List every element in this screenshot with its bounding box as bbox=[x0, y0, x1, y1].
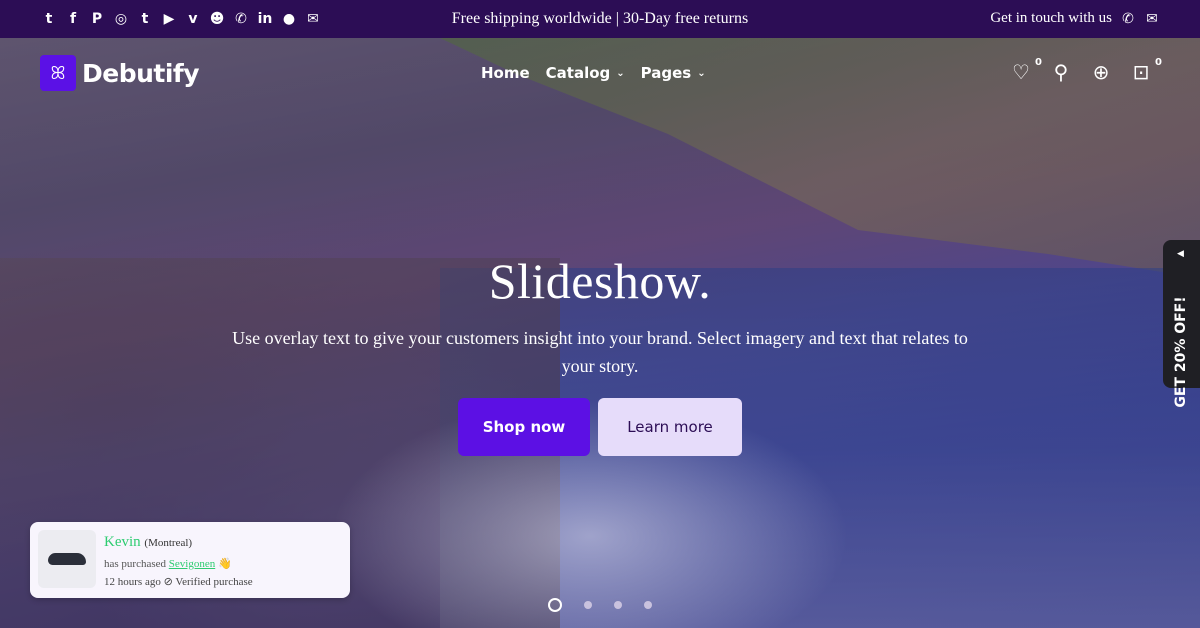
phone-icon[interactable]: ✆ bbox=[1120, 11, 1136, 27]
discount-label: GET 20% OFF! bbox=[1173, 296, 1189, 408]
slide-dot-4[interactable] bbox=[644, 601, 652, 609]
cart-icon[interactable]: ⊡ 0 bbox=[1130, 57, 1162, 83]
search-icon[interactable]: ⚲ bbox=[1050, 61, 1072, 83]
learn-more-button[interactable]: Learn more bbox=[598, 398, 742, 456]
slide-title: Slideshow. bbox=[488, 253, 712, 309]
wave-emoji-icon: 👋 bbox=[217, 558, 232, 570]
shop-now-button[interactable]: Shop now bbox=[458, 398, 590, 456]
sales-popup[interactable]: Kevin (Montreal) has purchased Sevigonen… bbox=[30, 522, 350, 598]
globe-icon[interactable]: ⊕ bbox=[1090, 61, 1112, 83]
slide-pagination bbox=[0, 598, 1200, 612]
shoe-image bbox=[48, 553, 86, 565]
main-nav: Home Catalog ⌄ Pages ⌄ bbox=[481, 64, 706, 82]
product-link[interactable]: Sevigonen bbox=[169, 558, 215, 570]
wishlist-count: 0 bbox=[1035, 57, 1042, 68]
site-header: ꕤ Debutify Home Catalog ⌄ Pages ⌄ ♡ 0 ⚲ ⊕ ⊡… bbox=[0, 38, 1200, 108]
slide-buttons: Shop now Learn more bbox=[0, 398, 1200, 456]
buyer-location: (Montreal) bbox=[144, 537, 193, 549]
slide-dot-2[interactable] bbox=[584, 601, 592, 609]
buyer-line: Kevin (Montreal) bbox=[104, 534, 192, 551]
nav-label: Catalog bbox=[545, 64, 611, 82]
nav-label: Home bbox=[481, 64, 530, 82]
logo[interactable]: ꕤ Debutify bbox=[40, 55, 200, 91]
announcement-bar: t f P ◎ t ▶ v ☻ ✆ in ● ✉ Free shipping w… bbox=[0, 0, 1200, 38]
product-thumbnail bbox=[38, 530, 96, 588]
cart-count: 0 bbox=[1155, 57, 1162, 68]
chevron-down-icon: ⌄ bbox=[616, 67, 625, 79]
time-line: 12 hours ago ⊘ Verified purchase bbox=[104, 575, 253, 588]
nav-item-home[interactable]: Home bbox=[481, 64, 530, 82]
buyer-name: Kevin bbox=[104, 534, 141, 550]
slide-content: Slideshow. Use overlay text to give your… bbox=[0, 252, 1200, 456]
nav-item-pages[interactable]: Pages ⌄ bbox=[641, 64, 706, 82]
contact-link[interactable]: Get in touch with us ✆ ✉ bbox=[990, 10, 1160, 27]
purchase-time: 12 hours ago bbox=[104, 576, 161, 588]
logo-text: Debutify bbox=[82, 58, 200, 88]
chevron-down-icon: ⌄ bbox=[697, 67, 706, 79]
nav-label: Pages bbox=[640, 64, 692, 82]
butterfly-icon: ꕤ bbox=[40, 55, 76, 91]
header-actions: ♡ 0 ⚲ ⊕ ⊡ 0 bbox=[1010, 57, 1162, 83]
slide-dot-3[interactable] bbox=[614, 601, 622, 609]
purchase-line: has purchased Sevigonen 👋 bbox=[104, 557, 232, 570]
discount-side-tab[interactable]: ◀ GET 20% OFF! bbox=[1163, 240, 1200, 408]
verified-label: Verified purchase bbox=[175, 576, 253, 588]
arrow-left-icon: ◀ bbox=[1177, 248, 1184, 258]
wishlist-icon[interactable]: ♡ 0 bbox=[1010, 57, 1042, 83]
purchase-prefix: has purchased bbox=[104, 558, 167, 570]
mail-icon[interactable]: ✉ bbox=[1144, 11, 1160, 27]
contact-label: Get in touch with us bbox=[990, 10, 1112, 26]
nav-item-catalog[interactable]: Catalog ⌄ bbox=[546, 64, 625, 82]
slide-dot-1[interactable] bbox=[548, 598, 562, 612]
slide-text: Use overlay text to give your customers … bbox=[232, 328, 968, 376]
check-circle-icon: ⊘ bbox=[163, 576, 173, 588]
